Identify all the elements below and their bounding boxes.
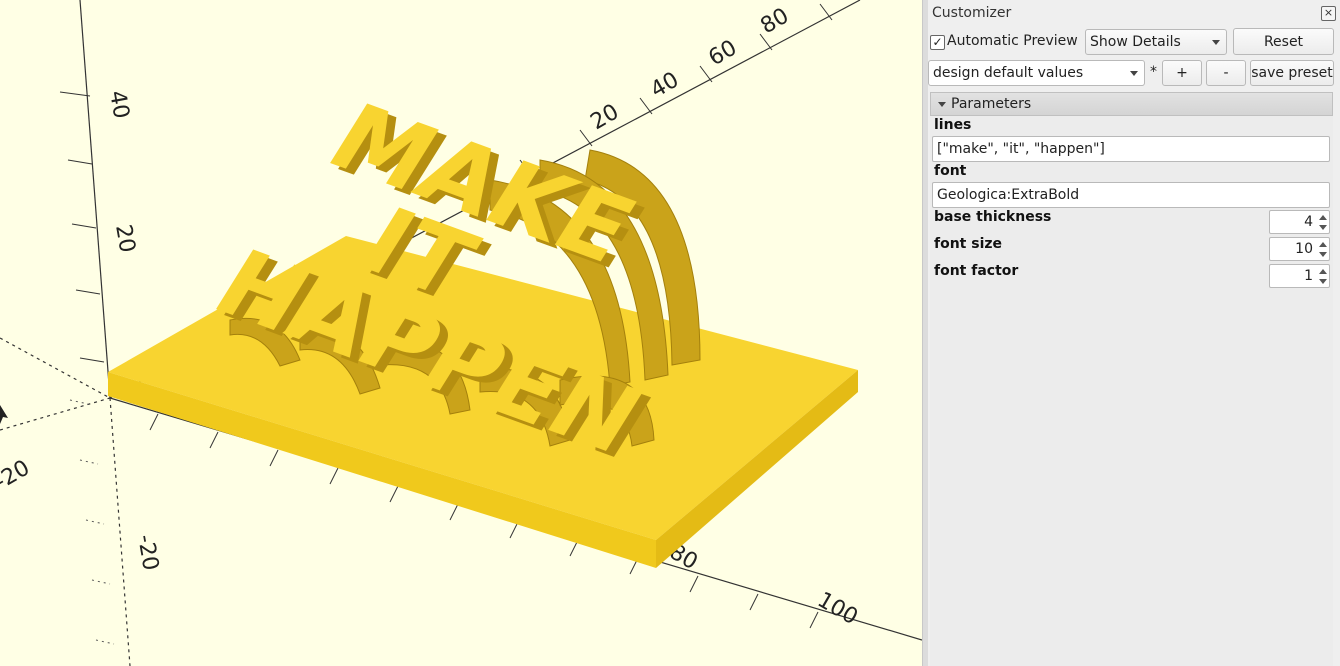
spin-up-icon[interactable] [1319,242,1327,247]
spin-up-icon[interactable] [1319,215,1327,220]
param-base-thickness-spinbox[interactable]: 4 [1269,210,1330,234]
param-font-input[interactable]: Geologica:ExtraBold [932,182,1330,208]
axis-label-y-40: 40 [104,89,133,121]
neg-axis-3 [0,397,111,431]
param-font-factor-spinbox[interactable]: 1 [1269,264,1330,288]
param-lines-label: lines [934,117,972,133]
axis-label-x-40: 40 [647,68,684,104]
axis-label-x-neg20: -20 [0,456,34,496]
3d-viewport[interactable]: 40 20 -20 80 60 40 20 80 100 -20 MAKE MA… [0,0,922,666]
axis-label-y-neg20: -20 [132,533,163,573]
parameters-group-label: Parameters [951,96,1032,112]
neg-axis-2 [109,397,131,666]
param-font-size-label: font size [934,236,1003,252]
scene-svg: 40 20 -20 80 60 40 20 80 100 -20 MAKE MA… [0,0,922,666]
chevron-down-icon [1212,40,1220,45]
details-select-value: Show Details [1090,34,1181,50]
preset-select[interactable]: design default values [928,60,1145,86]
y-axis [79,0,111,399]
neg-ticks [69,399,115,645]
param-base-thickness-label: base thickness [934,209,1052,225]
preset-select-value: design default values [933,65,1084,81]
add-preset-button[interactable]: + [1162,60,1202,86]
save-preset-button[interactable]: save preset [1250,60,1334,86]
param-base-thickness-value: 4 [1304,214,1313,230]
collapse-triangle-icon [938,102,946,107]
details-select[interactable]: Show Details [1085,29,1227,55]
parameters-group-header[interactable]: Parameters [930,92,1333,116]
axis-label-x-80: 80 [757,4,794,40]
spin-down-icon[interactable] [1319,279,1327,284]
param-font-size-value: 10 [1295,241,1313,257]
param-font-factor-value: 1 [1304,268,1313,284]
preset-modified-indicator: * [1150,64,1157,80]
automatic-preview-checkbox[interactable]: ✓ [930,35,945,50]
cursor-icon [0,405,8,424]
customizer-panel: Customizer × ✓ Automatic Preview Show De… [928,0,1340,666]
axis-label-x-20: 20 [587,100,624,136]
param-font-factor-label: font factor [934,263,1019,279]
automatic-preview-label: Automatic Preview [947,33,1078,49]
param-lines-input[interactable]: ["make", "it", "happen"] [932,136,1330,162]
chevron-down-icon [1130,71,1138,76]
spin-down-icon[interactable] [1319,225,1327,230]
remove-preset-button[interactable]: - [1206,60,1246,86]
axis-label-x-100: 100 [813,588,862,631]
param-font-label: font [934,163,967,179]
spin-down-icon[interactable] [1319,252,1327,257]
panel-title: Customizer [932,5,1012,21]
spin-up-icon[interactable] [1319,269,1327,274]
reset-button[interactable]: Reset [1233,28,1334,55]
param-font-size-spinbox[interactable]: 10 [1269,237,1330,261]
neg-axis-1 [0,337,111,399]
axis-label-y-20: 20 [110,223,139,255]
close-icon[interactable]: × [1321,6,1336,21]
